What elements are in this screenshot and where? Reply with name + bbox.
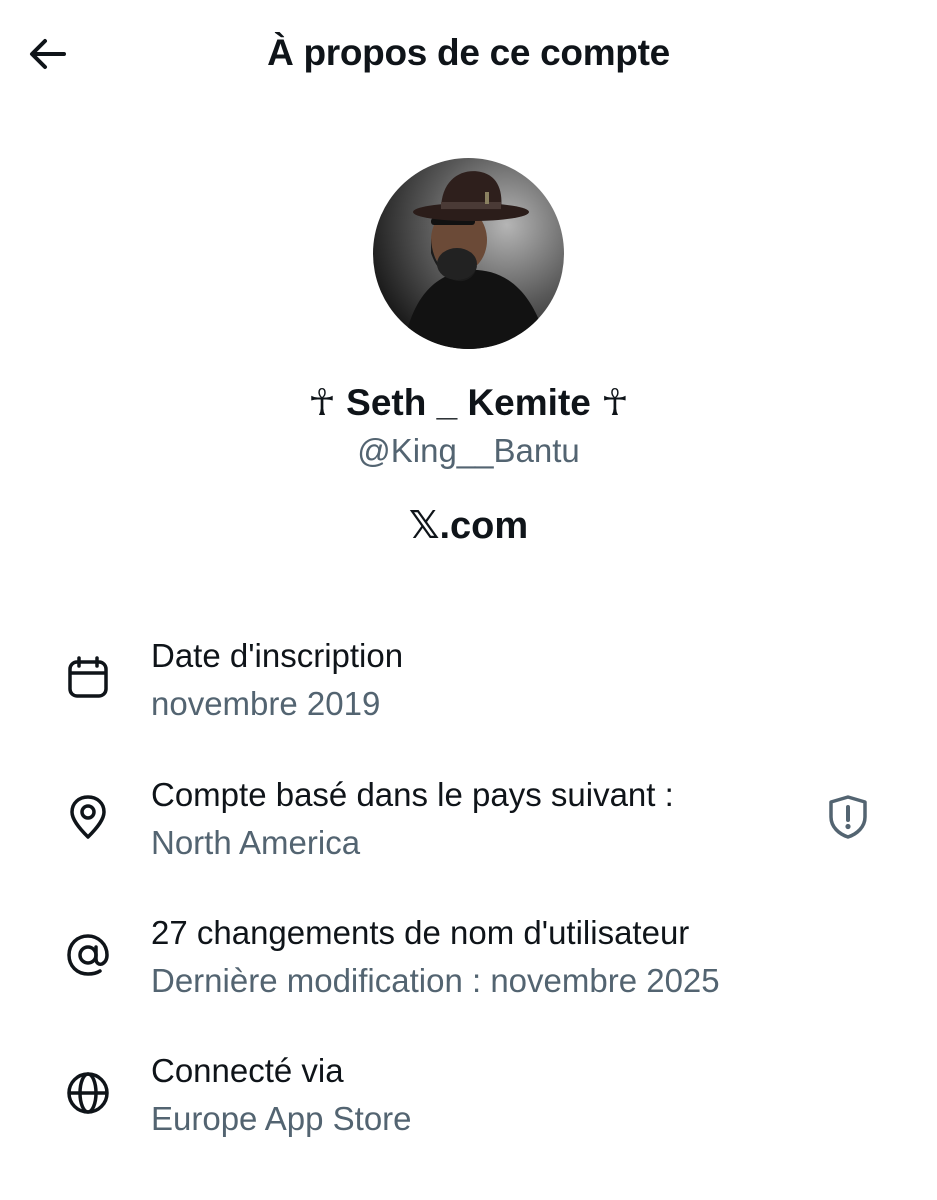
location-pin-icon bbox=[70, 795, 106, 839]
platform-domain: 𝕏.com bbox=[408, 505, 529, 547]
info-shield-button[interactable] bbox=[820, 789, 876, 845]
row-icon-wrap bbox=[60, 650, 116, 706]
shield-alert-icon bbox=[829, 795, 867, 839]
detail-row-join-date: Date d'inscription novembre 2019 bbox=[0, 634, 937, 744]
detail-row-country: Compte basé dans le pays suivant : North… bbox=[0, 773, 937, 883]
row-icon-wrap bbox=[60, 789, 116, 845]
display-name: ☥ Seth _ Kemite ☥ bbox=[308, 382, 629, 423]
detail-value: Europe App Store bbox=[151, 1100, 412, 1137]
username-handle: @King__Bantu bbox=[357, 432, 580, 469]
page-title: À propos de ce compte bbox=[267, 32, 670, 73]
detail-title: 27 changements de nom d'utilisateur bbox=[151, 914, 690, 951]
detail-title: Connecté via bbox=[151, 1052, 344, 1089]
calendar-icon bbox=[68, 656, 108, 698]
avatar[interactable] bbox=[373, 158, 564, 349]
at-sign-icon bbox=[67, 934, 109, 976]
detail-value: Dernière modification : novembre 2025 bbox=[151, 962, 720, 999]
detail-value: novembre 2019 bbox=[151, 685, 381, 722]
detail-row-connected-via: Connecté via Europe App Store bbox=[0, 1049, 937, 1159]
row-icon-wrap bbox=[60, 1065, 116, 1121]
detail-row-username-changes: 27 changements de nom d'utilisateur Dern… bbox=[0, 911, 937, 1021]
page-header: À propos de ce compte bbox=[0, 0, 937, 110]
detail-title: Compte basé dans le pays suivant : bbox=[151, 776, 674, 813]
globe-icon bbox=[67, 1072, 109, 1114]
row-icon-wrap bbox=[60, 927, 116, 983]
detail-value: North America bbox=[151, 824, 361, 861]
detail-title: Date d'inscription bbox=[151, 637, 404, 674]
